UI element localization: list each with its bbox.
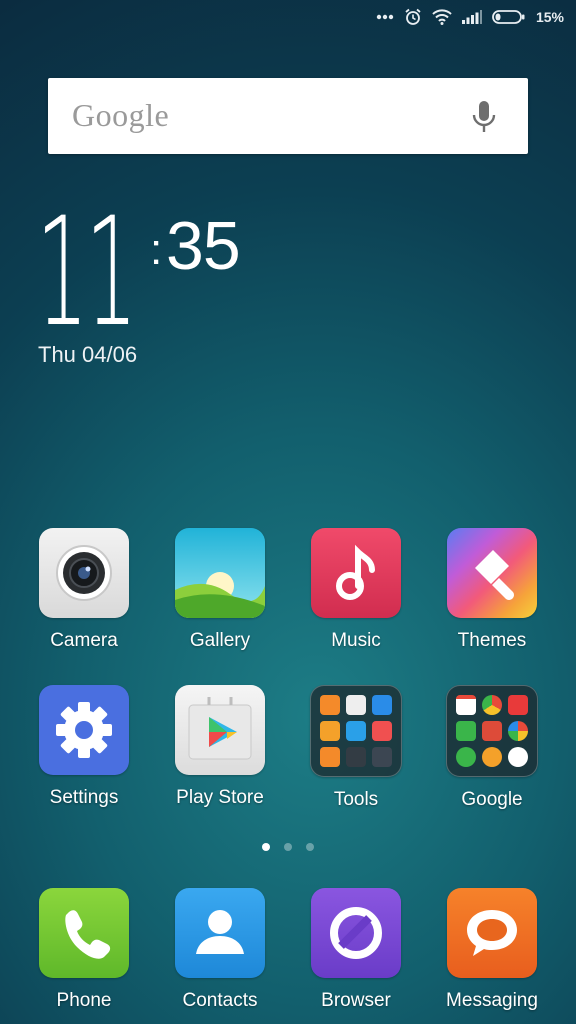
camera-icon bbox=[39, 528, 129, 618]
app-label: Gallery bbox=[189, 630, 251, 651]
clock-colon: : bbox=[150, 225, 163, 274]
app-label: Music bbox=[331, 630, 381, 651]
app-label: Play Store bbox=[176, 787, 264, 808]
gear-icon bbox=[39, 685, 129, 775]
tools-folder-icon bbox=[310, 685, 402, 777]
app-themes[interactable]: Themes bbox=[424, 528, 560, 652]
folder-tools[interactable]: Tools bbox=[288, 685, 424, 811]
signal-icon bbox=[461, 10, 482, 24]
dock-phone[interactable]: Phone bbox=[16, 888, 152, 1012]
google-search-bar[interactable]: Google bbox=[48, 78, 528, 154]
folder-google[interactable]: Google bbox=[424, 685, 560, 811]
app-camera[interactable]: Camera bbox=[16, 528, 152, 652]
page-indicator[interactable] bbox=[0, 843, 576, 851]
play-store-icon bbox=[175, 685, 265, 775]
message-bubble-icon bbox=[447, 888, 537, 978]
google-logo: Google bbox=[72, 97, 170, 133]
paintbrush-icon bbox=[447, 528, 537, 618]
app-label: Google bbox=[461, 789, 523, 810]
mic-icon[interactable] bbox=[472, 100, 496, 139]
app-label: Browser bbox=[321, 990, 391, 1011]
app-settings[interactable]: Settings bbox=[16, 685, 152, 809]
phone-icon bbox=[39, 888, 129, 978]
app-label: Messaging bbox=[446, 990, 538, 1011]
google-folder-icon bbox=[446, 685, 538, 777]
app-gallery[interactable]: Gallery bbox=[152, 528, 288, 652]
page-dot[interactable] bbox=[284, 843, 292, 851]
battery-percent: 15% bbox=[535, 9, 564, 25]
dock-browser[interactable]: Browser bbox=[288, 888, 424, 1012]
dock-contacts[interactable]: Contacts bbox=[152, 888, 288, 1012]
wifi-icon bbox=[432, 9, 452, 25]
app-label: Phone bbox=[56, 990, 112, 1011]
app-label: Camera bbox=[50, 630, 118, 651]
app-play-store[interactable]: Play Store bbox=[152, 685, 288, 809]
battery-icon bbox=[492, 9, 526, 25]
app-label: Themes bbox=[457, 630, 527, 651]
clock-minutes: 35 bbox=[166, 208, 241, 284]
gallery-icon bbox=[175, 528, 265, 618]
contacts-icon bbox=[175, 888, 265, 978]
status-bar: 15% bbox=[0, 0, 576, 34]
clock-hours: 11 bbox=[36, 186, 138, 360]
app-label: Tools bbox=[333, 789, 379, 810]
app-music[interactable]: Music bbox=[288, 528, 424, 652]
page-dot[interactable] bbox=[306, 843, 314, 851]
date-label: Thu 04/06 bbox=[38, 342, 138, 367]
music-note-icon bbox=[311, 528, 401, 618]
more-dots-icon bbox=[376, 14, 394, 20]
app-label: Contacts bbox=[182, 990, 258, 1011]
page-dot[interactable] bbox=[262, 843, 270, 851]
dock-messaging[interactable]: Messaging bbox=[424, 888, 560, 1012]
alarm-icon bbox=[404, 8, 422, 26]
app-label: Settings bbox=[49, 787, 119, 808]
browser-icon bbox=[311, 888, 401, 978]
